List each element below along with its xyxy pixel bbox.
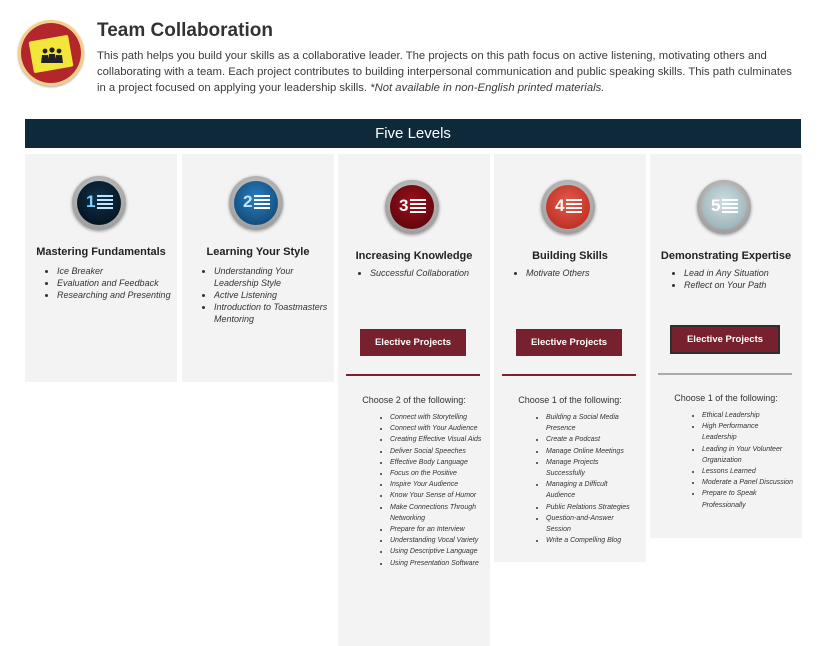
level-4-column: 4 Building Skills Motivate Others Electi…	[494, 154, 646, 562]
list-item: Researching and Presenting	[57, 289, 175, 301]
elective-projects-button[interactable]: Elective Projects	[516, 329, 622, 356]
level-4-title: Building Skills	[532, 250, 608, 262]
level-3-electives: Connect with Storytelling Connect with Y…	[360, 412, 482, 569]
path-description: This path helps you build your skills as…	[97, 48, 797, 96]
team-collaboration-logo-icon	[18, 20, 84, 86]
choose-instruction: Choose 2 of the following:	[362, 395, 466, 405]
level-5-electives: Ethical Leadership High Performance Lead…	[672, 410, 794, 511]
level-5-projects: Lead in Any Situation Reflect on Your Pa…	[664, 267, 802, 291]
list-item: Ethical Leadership	[702, 410, 794, 421]
list-item: Question-and-Answer Session	[546, 513, 638, 535]
list-item: Managing a Difficult Audience	[546, 479, 638, 501]
list-item: Inspire Your Audience	[390, 479, 482, 490]
list-item: Reflect on Your Path	[684, 279, 802, 291]
list-item: Introduction to Toastmasters Mentoring	[214, 301, 332, 325]
page-title: Team Collaboration	[97, 20, 273, 41]
list-item: Successful Collaboration	[370, 267, 488, 279]
level-2-title: Learning Your Style	[206, 246, 310, 258]
level-3-badge-icon: 3	[385, 180, 439, 234]
choose-instruction: Choose 1 of the following:	[518, 395, 622, 405]
level-1-title: Mastering Fundamentals	[36, 246, 166, 258]
level-1-projects: Ice Breaker Evaluation and Feedback Rese…	[37, 265, 175, 301]
level-2-column: 2 Learning Your Style Understanding Your…	[182, 154, 334, 382]
level-3-projects: Successful Collaboration	[350, 267, 488, 279]
list-item: Lead in Any Situation	[684, 267, 802, 279]
level-3-title: Increasing Knowledge	[355, 250, 473, 262]
level-2-badge-icon: 2	[229, 176, 283, 230]
level-3-column: 3 Increasing Knowledge Successful Collab…	[338, 154, 490, 646]
list-item: Leading in Your Volunteer Organization	[702, 444, 794, 466]
list-item: Write a Compelling Blog	[546, 535, 638, 546]
divider	[502, 374, 636, 376]
list-item: Using Presentation Software	[390, 558, 482, 569]
list-item: Evaluation and Feedback	[57, 277, 175, 289]
divider	[346, 374, 480, 376]
level-5-column: 5 Demonstrating Expertise Lead in Any Si…	[650, 154, 802, 538]
list-item: Deliver Social Speeches	[390, 446, 482, 457]
list-item: Using Descriptive Language	[390, 546, 482, 557]
list-item: Create a Podcast	[546, 434, 638, 445]
list-item: Connect with Your Audience	[390, 423, 482, 434]
list-item: Manage Projects Successfully	[546, 457, 638, 479]
list-item: Motivate Others	[526, 267, 644, 279]
level-4-electives: Building a Social Media Presence Create …	[516, 412, 638, 546]
list-item: Lessons Learned	[702, 466, 794, 477]
level-5-title: Demonstrating Expertise	[660, 250, 792, 262]
divider	[658, 373, 792, 375]
list-item: Know Your Sense of Humor	[390, 490, 482, 501]
list-item: Creating Effective Visual Aids	[390, 434, 482, 445]
list-item: Prepare to Speak Professionally	[702, 488, 794, 510]
elective-projects-button[interactable]: Elective Projects	[672, 327, 778, 352]
level-2-projects: Understanding Your Leadership Style Acti…	[194, 265, 332, 325]
list-item: Active Listening	[214, 289, 332, 301]
list-item: Moderate a Panel Discussion	[702, 477, 794, 488]
list-item: Manage Online Meetings	[546, 446, 638, 457]
choose-instruction: Choose 1 of the following:	[674, 393, 778, 403]
list-item: Connect with Storytelling	[390, 412, 482, 423]
list-item: Make Connections Through Networking	[390, 502, 482, 524]
list-item: Prepare for an Interview	[390, 524, 482, 535]
level-1-badge-icon: 1	[72, 176, 126, 230]
list-item: Understanding Vocal Variety	[390, 535, 482, 546]
level-5-badge-icon: 5	[697, 180, 751, 234]
list-item: Effective Body Language	[390, 457, 482, 468]
list-item: Focus on the Positive	[390, 468, 482, 479]
list-item: Understanding Your Leadership Style	[214, 265, 332, 289]
path-header: Team Collaboration This path helps you b…	[18, 18, 808, 98]
list-item: High Performance Leadership	[702, 421, 794, 443]
list-item: Building a Social Media Presence	[546, 412, 638, 434]
availability-note: *Not available in non-English printed ma…	[370, 82, 605, 94]
list-item: Public Relations Strategies	[546, 502, 638, 513]
level-1-column: 1 Mastering Fundamentals Ice Breaker Eva…	[25, 154, 177, 382]
elective-projects-button[interactable]: Elective Projects	[360, 329, 466, 356]
five-levels-banner: Five Levels	[25, 119, 801, 148]
level-4-badge-icon: 4	[541, 180, 595, 234]
level-4-projects: Motivate Others	[506, 267, 644, 279]
list-item: Ice Breaker	[57, 265, 175, 277]
